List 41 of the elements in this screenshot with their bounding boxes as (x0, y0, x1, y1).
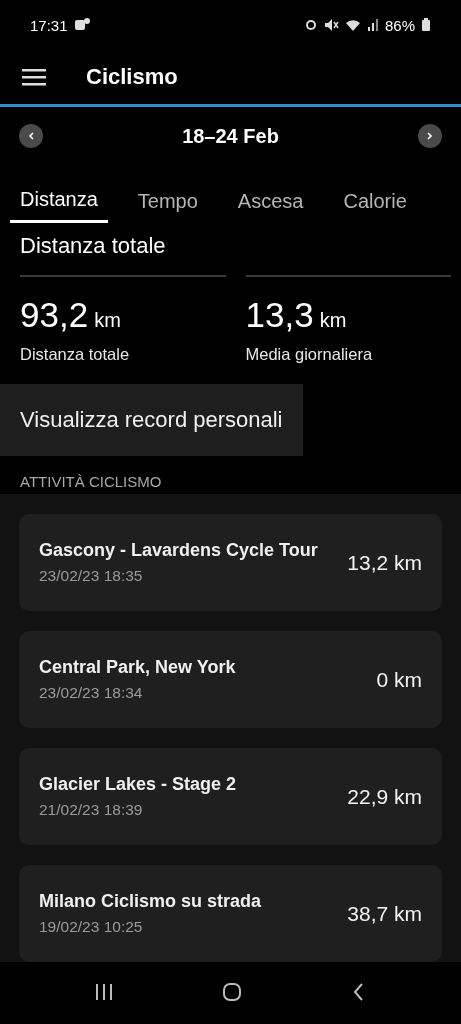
activity-date: 21/02/23 18:39 (39, 801, 144, 819)
battery-percentage: 86% (384, 16, 415, 34)
activity-card[interactable]: Glacier Lakes - Stage 2 21/02/23 18:39 22,9 km (19, 748, 442, 845)
activity-distance: 0 km (376, 667, 422, 692)
week-range: 18–24 Feb (182, 124, 279, 148)
wifi-icon (344, 17, 361, 33)
stat-label: Media giornaliera (245, 345, 374, 364)
next-week-button[interactable] (418, 124, 442, 148)
chevron-right-icon (425, 131, 435, 141)
activity-date: 23/02/23 18:35 (39, 567, 144, 585)
chevron-left-icon (26, 131, 36, 141)
activity-distance: 22,9 km (347, 784, 422, 809)
activity-date: 19/02/23 10:25 (39, 918, 144, 936)
activity-name: Glacier Lakes - Stage 2 (39, 774, 238, 795)
status-time: 17:31 (30, 16, 68, 34)
stat-label: Distanza totale (20, 345, 131, 364)
home-icon[interactable] (222, 981, 243, 1002)
battery-icon (421, 17, 431, 33)
activity-name: Central Park, New York (39, 657, 237, 678)
screen-title: Ciclismo (86, 64, 178, 90)
recent-apps-icon[interactable] (94, 981, 113, 1002)
activity-name: Gascony - Lavardens Cycle Tour (39, 540, 319, 561)
metric-tab[interactable]: Ascesa (227, 165, 314, 223)
metric-tab[interactable]: Tempo (127, 165, 208, 223)
stat-value: 93,2 km (20, 295, 122, 335)
personal-records-link[interactable]: Visualizza record personali (0, 384, 303, 456)
menu-icon[interactable] (22, 67, 46, 87)
signal-icon (366, 17, 379, 33)
activity-card[interactable]: Gascony - Lavardens Cycle Tour 23/02/23 18:35 13,2 km (19, 514, 442, 611)
metric-tab[interactable]: Calorie (333, 165, 417, 223)
stat-value: 13,3 km (245, 295, 348, 335)
previous-week-button[interactable] (19, 124, 43, 148)
activity-card[interactable]: Central Park, New York 23/02/23 18:34 0 km (19, 631, 442, 728)
activity-card[interactable]: Milano Ciclismo su strada 19/02/23 10:25 38,7 km (19, 865, 442, 962)
activity-name: Milano Ciclismo su strada (39, 891, 263, 912)
mute-icon (323, 17, 339, 33)
activity-distance: 38,7 km (347, 901, 422, 926)
activity-date: 23/02/23 18:34 (39, 684, 144, 702)
activity-distance: 13,2 km (347, 550, 422, 575)
section-title: Distanza totale (19, 232, 167, 260)
metric-tab[interactable]: Distanza (10, 165, 108, 223)
